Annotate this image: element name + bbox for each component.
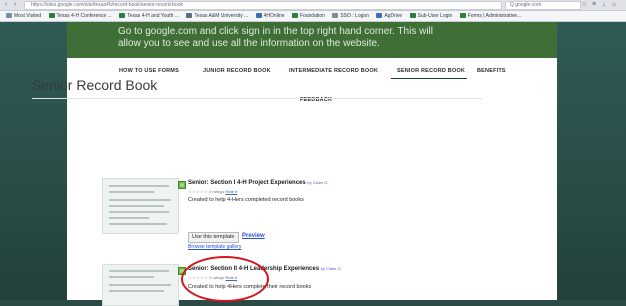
search-box[interactable]: Q google.com bbox=[505, 1, 581, 10]
bookmark-agdrive[interactable]: AgDrive bbox=[376, 11, 402, 21]
foundation-icon bbox=[291, 13, 298, 19]
bookmark-4honline[interactable]: 4HOnline bbox=[255, 11, 285, 21]
4h-logo-icon bbox=[48, 13, 55, 19]
bookmark-most-visited[interactable]: Most Visited bbox=[6, 11, 41, 21]
template-author[interactable]: by Claire G. bbox=[321, 266, 342, 271]
nav-junior-record-book[interactable]: JUNIOR RECORD BOOK bbox=[203, 68, 271, 74]
home-icon[interactable]: ⌂ bbox=[610, 1, 618, 9]
page-icon bbox=[332, 13, 339, 19]
page-title: Senior Record Book bbox=[32, 77, 158, 93]
template-title[interactable]: Senior: Section I 4-H Project Experience… bbox=[188, 180, 329, 186]
agdrive-icon bbox=[376, 13, 383, 19]
back-icon[interactable]: ‹ bbox=[2, 1, 10, 9]
template-icon: ▤ bbox=[178, 181, 186, 189]
4h-logo-icon bbox=[119, 13, 126, 19]
title-divider bbox=[32, 98, 482, 99]
browse-gallery-link[interactable]: Browse template gallery bbox=[188, 244, 241, 250]
bookmark-foundation[interactable]: Foundation bbox=[291, 11, 325, 21]
nav-active-indicator bbox=[391, 78, 467, 79]
4honline-icon bbox=[255, 13, 262, 19]
nav-intermediate-record-book[interactable]: INTERMEDIATE RECORD BOOK bbox=[289, 68, 378, 74]
template-description: Created to help 4-Hers completed record … bbox=[188, 197, 304, 203]
use-template-button[interactable]: Use this template bbox=[188, 232, 239, 243]
download-icon[interactable]: ↓ bbox=[600, 1, 608, 9]
annotation-ellipse bbox=[181, 256, 269, 302]
nav-senior-record-book[interactable]: SENIOR RECORD BOOK bbox=[397, 68, 465, 74]
reading-list-icon[interactable]: ≡ bbox=[590, 1, 598, 9]
bookmark-texas-4h-conference[interactable]: Texas 4-H Conference ... bbox=[48, 11, 112, 21]
browser-toolbar: ‹ › https://sites.google.com/site/texas4… bbox=[0, 0, 626, 11]
template-rating: ☆☆☆☆☆ 0 ratings Rate it bbox=[188, 189, 238, 194]
signin-banner-text: Go to google.com and click sign in in th… bbox=[118, 26, 433, 49]
bookmarks-bar: Most Visited Texas 4-H Conference ... Te… bbox=[0, 11, 626, 22]
forward-icon[interactable]: › bbox=[11, 1, 19, 9]
bookmark-sso-logon[interactable]: SSO : Logon bbox=[332, 11, 369, 21]
preview-link[interactable]: Preview bbox=[242, 233, 265, 239]
login-icon bbox=[409, 13, 416, 19]
bookmark-texas-4h-youth[interactable]: Texas 4-H and Youth ... bbox=[119, 11, 179, 21]
bookmark-sub-user-login[interactable]: Sub-User Login bbox=[409, 11, 452, 21]
nav-how-to-use-forms[interactable]: HOW TO USE FORMS bbox=[119, 68, 179, 74]
star-icon[interactable]: ☆ bbox=[580, 1, 588, 9]
gear-icon bbox=[6, 13, 12, 19]
rating-stars-icon[interactable]: ☆☆☆☆☆ bbox=[188, 189, 208, 194]
template-author[interactable]: by Claire G. bbox=[307, 180, 328, 185]
nav-benefits[interactable]: BENEFITS bbox=[477, 68, 506, 74]
template-thumbnail[interactable] bbox=[102, 178, 179, 234]
globe-icon bbox=[186, 13, 193, 19]
rate-it-link[interactable]: Rate it bbox=[226, 189, 238, 194]
bookmark-texas-am[interactable]: Texas A&M University ... bbox=[186, 11, 248, 21]
forms-icon bbox=[459, 13, 466, 19]
bookmark-forms-admin[interactable]: Forms | Administrative... bbox=[459, 11, 521, 21]
address-bar[interactable]: https://sites.google.com/site/texas4h/re… bbox=[24, 1, 502, 10]
